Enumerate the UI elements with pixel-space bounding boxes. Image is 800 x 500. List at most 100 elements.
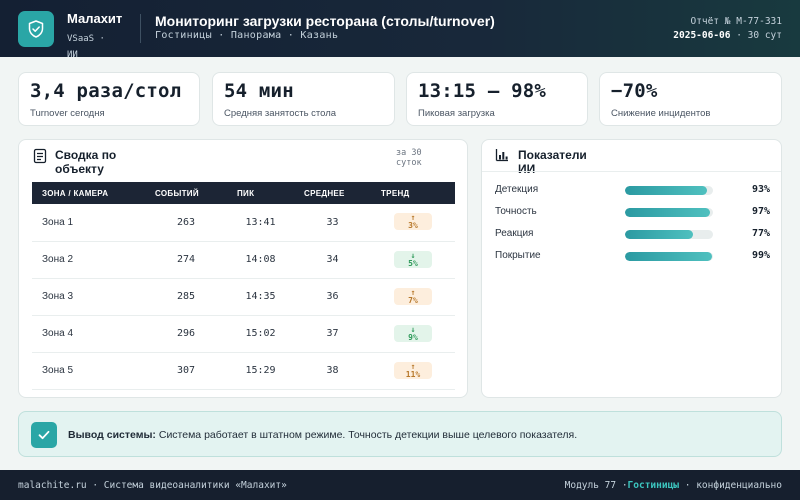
cell-peak: 13:41: [227, 204, 294, 242]
report-number: Отчёт № М-77-331: [690, 16, 782, 27]
kpi-value: 3,4 раза/стол: [30, 80, 182, 102]
footer-meta: Модуль 77 ·Гостиницы · конфиденциально: [565, 480, 782, 491]
metric-progress-bar: [625, 252, 713, 261]
metric-label: Детекция: [495, 184, 539, 195]
metric-progress-fill: [625, 186, 707, 195]
trend-badge: ↓ 9%: [394, 324, 432, 342]
cell-events: 307: [145, 352, 227, 390]
kpi-card-peak: 13:15 — 98% Пиковая загрузка: [406, 72, 588, 126]
system-conclusion-banner: Вывод системы: Система работает в штатно…: [18, 411, 782, 457]
report-period: · 30 сут: [736, 30, 782, 41]
summary-period: за 30 суток: [396, 148, 422, 168]
cell-peak: 14:35: [227, 278, 294, 316]
table-row[interactable]: Зона 2 274 14:08 34 ↓ 5%: [32, 241, 455, 279]
column-header-avg: СРЕДНЕЕ: [294, 182, 371, 204]
checkmark-icon: [31, 422, 57, 448]
trend-badge: ↓ 5%: [394, 250, 432, 268]
trend-value: 7%: [408, 295, 418, 305]
table-row[interactable]: Зона 5 307 15:29 38 ↑ 11%: [32, 352, 455, 390]
cell-zone: Зона 1: [32, 204, 145, 242]
metric-label: Покрытие: [495, 250, 541, 261]
column-header-peak: ПИК: [227, 182, 294, 204]
ai-metric-row: Точность 97%: [495, 206, 770, 218]
cell-events: 274: [145, 241, 227, 279]
conclusion-text: Вывод системы: Система работает в штатно…: [68, 429, 577, 441]
cell-peak: 15:02: [227, 315, 294, 353]
cell-zone: Зона 5: [32, 352, 145, 390]
shield-check-logo-icon: [18, 11, 54, 47]
kpi-label: Turnover сегодня: [30, 108, 105, 119]
metric-label: Точность: [495, 206, 537, 217]
kpi-label: Средняя занятость стола: [224, 108, 337, 119]
header-divider: [140, 14, 141, 43]
trend-value: 5%: [408, 258, 418, 268]
app-footer: malachite.ru · Система видеоаналитики «М…: [0, 470, 800, 500]
metric-label: Реакция: [495, 228, 534, 239]
cell-peak: 14:08: [227, 241, 294, 279]
report-info: Отчёт № М-77-331 2025-06-06 · 30 сут: [662, 15, 782, 43]
footer-site: malachite.ru · Система видеоаналитики «М…: [18, 480, 287, 491]
table-row[interactable]: Зона 3 285 14:35 36 ↑ 7%: [32, 278, 455, 316]
trend-badge: ↑ 11%: [394, 361, 432, 379]
footer-module: Модуль 77 ·: [564, 480, 628, 491]
cell-peak: 15:29: [227, 352, 294, 390]
cell-trend: ↑ 11%: [371, 352, 455, 390]
footer-confidential: · конфиденциально: [684, 480, 782, 491]
cell-zone: Зона 4: [32, 315, 145, 353]
cell-avg: 34: [294, 241, 371, 279]
kpi-value: 54 мин: [224, 80, 294, 102]
trend-badge: ↑ 7%: [394, 287, 432, 305]
ai-metrics-panel: Показатели ИИ Детекция 93% Точность 97% Реак…: [481, 139, 782, 398]
trend-value: 9%: [408, 332, 418, 342]
kpi-value: 13:15 — 98%: [418, 80, 547, 102]
cell-trend: ↑ 7%: [371, 278, 455, 316]
table-row[interactable]: Зона 4 296 15:02 37 ↓ 9%: [32, 315, 455, 353]
cell-zone: Зона 2: [32, 241, 145, 279]
brand-subtitle: VSaaS · ИИ: [67, 34, 105, 60]
page-title: Мониторинг загрузки ресторана (столы/tur…: [155, 13, 495, 29]
table-row[interactable]: Зона 1 263 13:41 33 ↑ 3%: [32, 204, 455, 242]
ai-metric-row: Детекция 93%: [495, 184, 770, 196]
conclusion-label: Вывод системы:: [68, 429, 156, 441]
document-icon: [33, 148, 47, 164]
report-date: 2025-06-06: [673, 30, 731, 41]
cell-events: 263: [145, 204, 227, 242]
footer-segment: Гостиницы: [627, 480, 680, 491]
ai-panel-divider: [482, 171, 781, 172]
app-header: Малахит VSaaS · ИИ Мониторинг загрузки р…: [0, 0, 800, 60]
metric-progress-fill: [625, 208, 711, 217]
ai-metric-row: Реакция 77%: [495, 228, 770, 240]
summary-table: ЗОНА / КАМЕРА СОБЫТИЙ ПИК СРЕДНЕЕ ТРЕНД …: [32, 182, 455, 390]
metric-value: 93%: [751, 184, 770, 195]
column-header-zone: ЗОНА / КАМЕРА: [32, 182, 145, 204]
cell-trend: ↓ 9%: [371, 315, 455, 353]
kpi-card-turnover: 3,4 раза/стол Turnover сегодня: [18, 72, 200, 126]
trend-badge: ↑ 3%: [394, 213, 432, 231]
cell-events: 296: [145, 315, 227, 353]
metric-progress-fill: [625, 230, 693, 239]
kpi-card-occupancy: 54 мин Средняя занятость стола: [212, 72, 395, 126]
kpi-value: −70%: [611, 80, 658, 102]
summary-title: Сводка по объекту: [55, 148, 117, 176]
cell-avg: 36: [294, 278, 371, 316]
page-breadcrumb: Гостиницы · Панорама · Казань: [155, 30, 339, 41]
metric-value: 77%: [751, 228, 770, 239]
cell-events: 285: [145, 278, 227, 316]
column-header-events: СОБЫТИЙ: [145, 182, 227, 204]
metric-value: 99%: [751, 250, 770, 261]
kpi-card-incidents: −70% Снижение инцидентов: [599, 72, 782, 126]
conclusion-message: Система работает в штатном режиме. Точно…: [158, 429, 578, 441]
kpi-label: Снижение инцидентов: [611, 108, 711, 119]
summary-panel: Сводка по объекту за 30 суток ЗОНА / КАМ…: [18, 139, 468, 398]
metric-progress-fill: [625, 252, 713, 261]
metric-progress-bar: [625, 186, 713, 195]
kpi-label: Пиковая загрузка: [418, 108, 495, 119]
metric-progress-bar: [625, 208, 713, 217]
trend-value: 3%: [408, 221, 418, 231]
cell-trend: ↓ 5%: [371, 241, 455, 279]
bar-chart-icon: [495, 149, 508, 162]
brand-name: Малахит: [67, 11, 123, 26]
cell-trend: ↑ 3%: [371, 204, 455, 242]
ai-metric-row: Покрытие 99%: [495, 250, 770, 262]
cell-zone: Зона 3: [32, 278, 145, 316]
